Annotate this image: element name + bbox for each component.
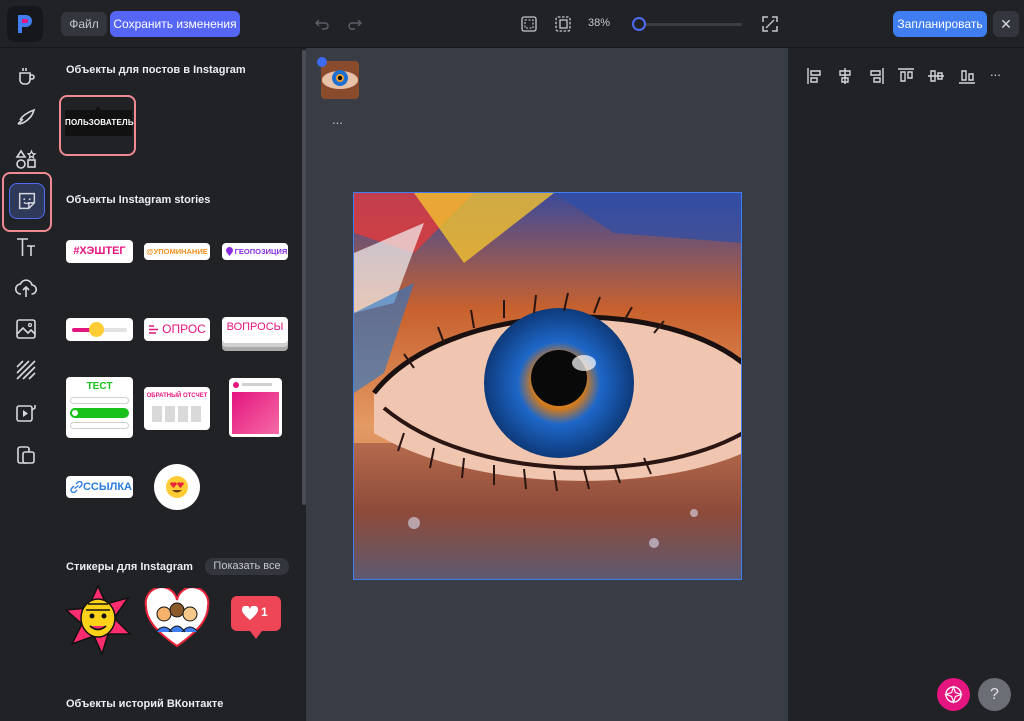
countdown-digit [191,406,201,422]
heart-icon [242,606,258,620]
poll-lines-icon [149,325,158,334]
post-avatar [233,382,239,388]
hashtag-sticker[interactable]: #ХЭШТЕГ [66,240,133,263]
post-share-sticker[interactable] [229,378,282,437]
questions-label: ВОПРОСЫ [226,321,284,333]
location-pin-icon [226,247,233,256]
sticker-icon [18,192,36,210]
emoji-reaction-sticker[interactable] [154,464,200,510]
eye-thumbnail-image [321,61,359,99]
poll-sticker[interactable]: ОПРОС [144,318,210,341]
file-button[interactable]: Файл [61,12,107,36]
more-options-icon[interactable]: ... [990,64,1001,79]
section-title-stories: Объекты Instagram stories [66,194,211,206]
save-changes-button[interactable]: Сохранить изменения [110,11,240,37]
quiz-option [70,397,129,404]
stickers-tool-button[interactable] [9,183,45,219]
app-logo[interactable] [7,6,43,42]
properties-panel [788,48,1024,721]
countdown-digit [165,406,175,422]
location-label: ГЕОПОЗИЦИЯ [234,247,288,256]
quiz-option [70,422,129,429]
top-bar: Файл Сохранить изменения 38% Запланирова… [0,0,1024,48]
link-label: ССЫЛКА [82,481,133,493]
brand-kit-icon[interactable] [14,443,38,467]
zoom-slider-track[interactable] [636,23,742,26]
quiz-label: ТЕСТ [86,381,113,392]
ai-sparkle-icon [944,685,963,704]
redo-icon[interactable] [347,16,363,32]
post-image [232,392,279,434]
templates-icon[interactable] [14,64,38,88]
upload-icon[interactable] [14,276,38,300]
zoom-slider-handle[interactable] [632,17,646,31]
mention-label: @УПОМИНАНИЕ [146,247,208,256]
emoji-slider-handle-icon [89,322,104,337]
logo-icon [18,15,32,33]
align-right-icon[interactable] [867,67,885,85]
hashtag-label: #ХЭШТЕГ [73,245,126,257]
questions-sticker[interactable]: ВОПРОСЫ [222,317,288,343]
user-tag-pointer-icon [94,106,102,111]
poll-label: ОПРОС [162,322,206,336]
like-notification-sticker[interactable]: 1 [231,596,281,631]
fullscreen-icon[interactable] [761,15,779,33]
link-sticker[interactable]: ССЫЛКА [66,476,133,498]
schedule-button[interactable]: Запланировать [893,11,987,37]
align-center-vertical-icon[interactable] [927,67,945,85]
close-button[interactable]: ✕ [993,11,1019,37]
user-tag-sticker[interactable]: ПОЛЬЗОВАТЕЛЬ [65,110,134,136]
friends-heart-sticker-icon[interactable] [144,588,210,648]
align-left-icon[interactable] [806,67,824,85]
post-username-line [242,383,272,386]
countdown-digit [152,406,162,422]
align-bottom-icon[interactable] [958,67,976,85]
mention-sticker[interactable]: @УПОМИНАНИЕ [144,243,210,260]
location-sticker[interactable]: ГЕОПОЗИЦИЯ [222,243,288,260]
text-icon[interactable] [14,235,38,259]
fit-screen-icon[interactable] [520,15,538,33]
help-button[interactable]: ? [978,678,1011,711]
undo-icon[interactable] [314,16,330,32]
actual-size-icon[interactable] [554,15,572,33]
zoom-level: 38% [588,17,611,29]
like-count: 1 [261,605,268,619]
draw-icon[interactable] [14,106,38,130]
ai-assistant-button[interactable] [937,678,970,711]
page-options-more-icon[interactable]: ... [332,112,343,127]
like-pointer-icon [250,631,262,639]
current-page-indicator [317,57,327,67]
tiger-sticker-icon[interactable] [64,584,132,656]
shapes-icon[interactable] [14,148,38,172]
countdown-sticker[interactable]: ОБРАТНЫЙ ОТСЧЕТ [144,387,210,430]
countdown-label: ОБРАТНЫЙ ОТСЧЕТ [146,393,208,399]
editor-app: Файл Сохранить изменения 38% Запланирова… [0,0,1024,721]
countdown-digit [178,406,188,422]
check-icon [70,408,80,418]
background-pattern-icon[interactable] [14,358,38,382]
section-title-vk: Объекты историй ВКонтакте [66,698,224,710]
video-icon[interactable] [14,400,38,424]
eye-closeup-image [354,193,741,579]
emoji-slider-sticker[interactable] [66,318,133,341]
show-all-stickers-button[interactable]: Показать все [205,558,289,575]
page-thumbnail[interactable] [321,61,359,99]
artboard-image[interactable] [353,192,742,580]
section-title-posts: Объекты для постов в Instagram [66,64,246,76]
image-icon[interactable] [14,317,38,341]
heart-eyes-emoji-icon [166,476,188,498]
align-top-icon[interactable] [897,67,915,85]
align-center-horizontal-icon[interactable] [836,67,854,85]
section-title-stickers: Стикеры для Instagram [66,561,193,573]
quiz-sticker[interactable]: ТЕСТ [66,377,133,438]
